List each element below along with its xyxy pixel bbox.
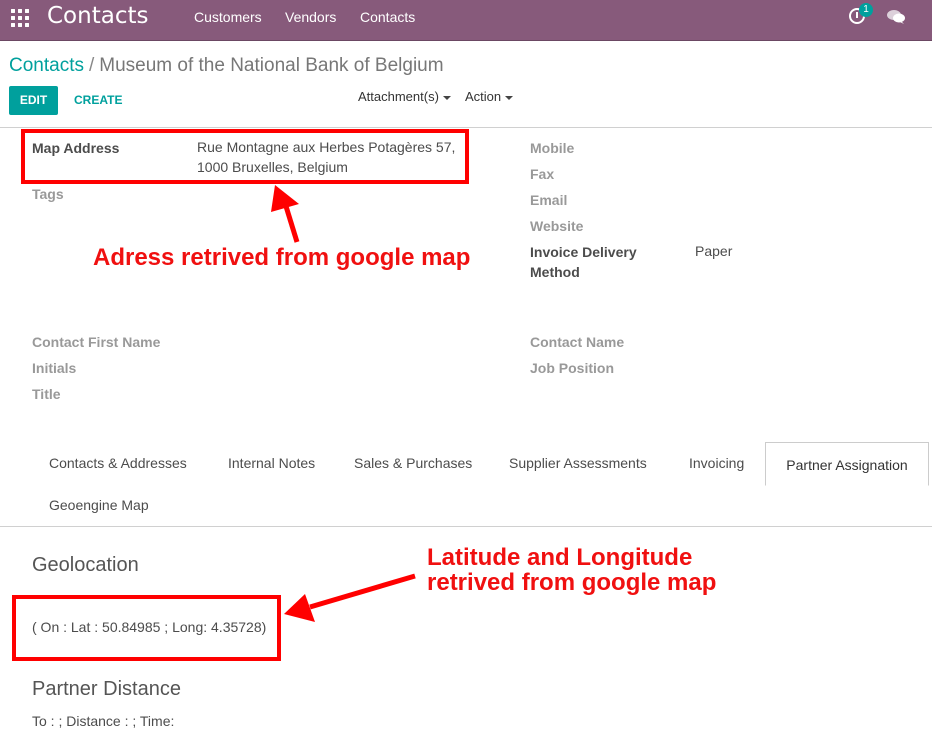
invoice-delivery-value: Paper bbox=[695, 243, 733, 259]
initials-label: Initials bbox=[32, 360, 77, 376]
invoice-delivery-label-line1: Invoice Delivery bbox=[530, 244, 637, 260]
mobile-label: Mobile bbox=[530, 140, 575, 156]
partner-distance-value: To : ; Distance : ; Time: bbox=[32, 713, 175, 729]
tab-internal-notes[interactable]: Internal Notes bbox=[228, 455, 315, 471]
app-brand[interactable]: Contacts bbox=[47, 3, 148, 29]
breadcrumb-current: Museum of the National Bank of Belgium bbox=[99, 55, 444, 76]
invoice-delivery-label-line2: Method bbox=[530, 264, 580, 280]
action-label: Action bbox=[465, 89, 502, 104]
tags-label: Tags bbox=[32, 186, 64, 202]
attachments-label: Attachment(s) bbox=[358, 89, 439, 104]
edit-button[interactable]: EDIT bbox=[9, 86, 58, 115]
tab-invoicing[interactable]: Invoicing bbox=[689, 455, 744, 471]
breadcrumb: Contacts / Museum of the National Bank of … bbox=[9, 55, 444, 77]
caret-down-icon bbox=[505, 95, 514, 100]
menu-vendors[interactable]: Vendors bbox=[285, 9, 336, 25]
address-annotation: Adress retrived from google map bbox=[93, 244, 471, 271]
top-navbar: Contacts Customers Vendors Contacts 1 bbox=[0, 0, 932, 41]
action-dropdown[interactable]: Action bbox=[465, 89, 514, 104]
apps-menu-icon[interactable] bbox=[11, 9, 29, 27]
caret-down-icon bbox=[442, 95, 451, 100]
arrow-left-icon bbox=[284, 573, 416, 622]
divider bbox=[0, 127, 932, 128]
tab-sales-purchases[interactable]: Sales & Purchases bbox=[354, 455, 472, 471]
email-label: Email bbox=[530, 192, 568, 208]
create-button[interactable]: CREATE bbox=[66, 86, 130, 115]
breadcrumb-separator: / bbox=[88, 55, 95, 76]
menu-contacts[interactable]: Contacts bbox=[360, 9, 415, 25]
title-label: Title bbox=[32, 386, 61, 402]
tab-geoengine-map[interactable]: Geoengine Map bbox=[49, 497, 149, 513]
address-highlight-box bbox=[21, 129, 469, 184]
website-label: Website bbox=[530, 218, 584, 234]
partner-distance-title: Partner Distance bbox=[32, 678, 181, 700]
breadcrumb-contacts-link[interactable]: Contacts bbox=[9, 55, 84, 76]
activity-count-badge: 1 bbox=[859, 3, 873, 17]
tab-contacts-addresses[interactable]: Contacts & Addresses bbox=[49, 455, 187, 471]
fax-label: Fax bbox=[530, 166, 555, 182]
contact-name-label: Contact Name bbox=[530, 334, 625, 350]
job-position-label: Job Position bbox=[530, 360, 614, 376]
latlong-annotation-line1: Latitude and Longitude bbox=[427, 544, 693, 571]
geolocation-title: Geolocation bbox=[32, 554, 139, 576]
tab-supplier-assessments[interactable]: Supplier Assessments bbox=[509, 455, 647, 471]
tab-partner-assignation[interactable]: Partner Assignation bbox=[765, 442, 929, 486]
menu-customers[interactable]: Customers bbox=[194, 9, 262, 25]
tabs-divider bbox=[0, 526, 932, 527]
arrow-up-icon bbox=[271, 185, 300, 243]
contact-first-name-label: Contact First Name bbox=[32, 334, 161, 350]
chat-icon[interactable] bbox=[886, 9, 906, 25]
attachments-dropdown[interactable]: Attachment(s) bbox=[358, 89, 451, 104]
latlong-annotation-line2: retrived from google map bbox=[427, 569, 717, 596]
latlong-highlight-box bbox=[12, 595, 281, 661]
